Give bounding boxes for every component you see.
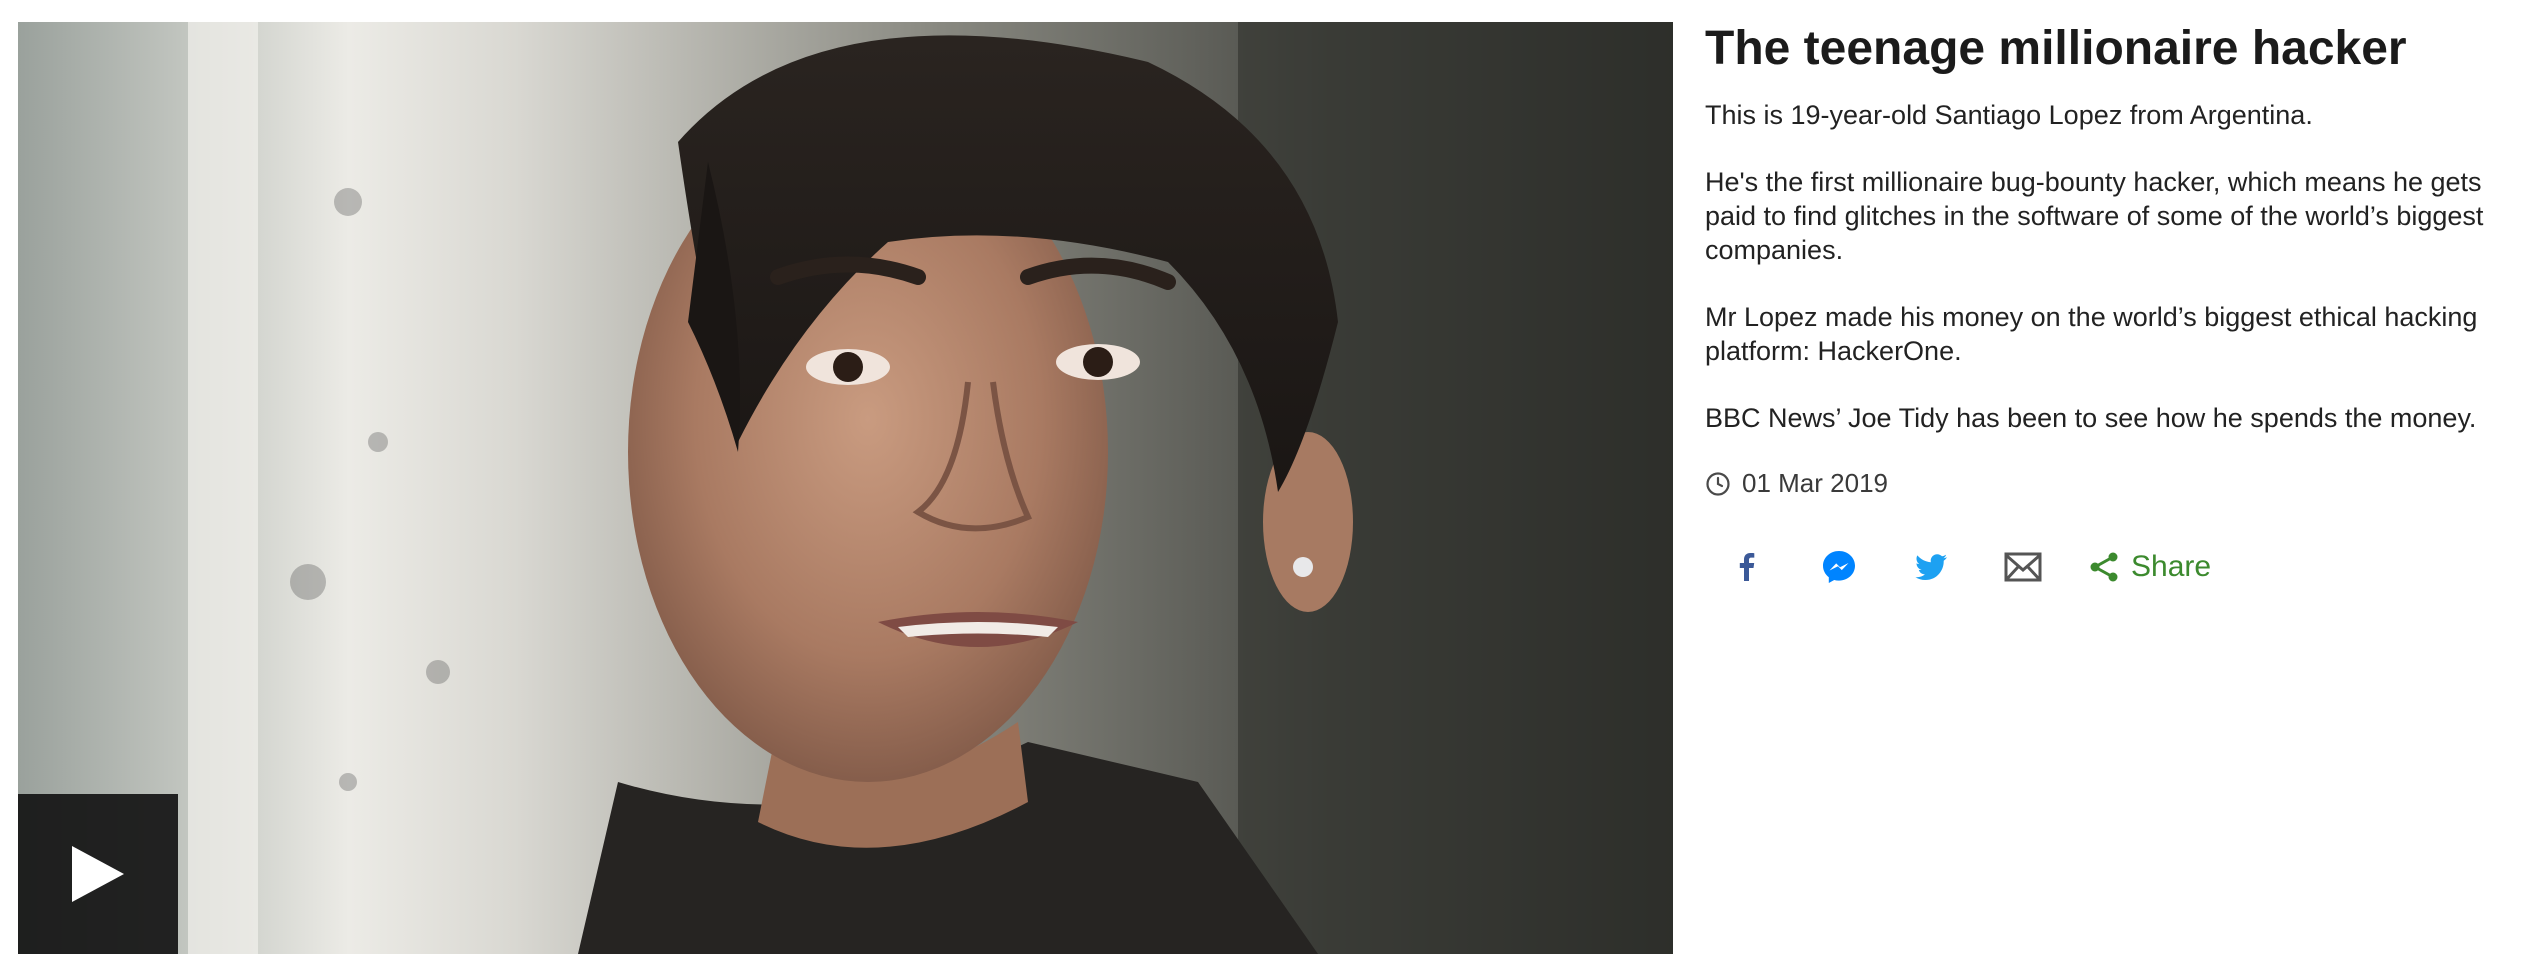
clock-icon	[1706, 471, 1730, 496]
play-button[interactable]	[18, 794, 178, 954]
summary-paragraph-1: This is 19-year-old Santiago Lopez from …	[1705, 100, 2313, 130]
publish-date: 01 Mar 2019	[1705, 468, 2535, 499]
twitter-share-button[interactable]	[1911, 547, 1951, 587]
story-summary: This is 19-year-old Santiago Lopez from …	[1705, 98, 2535, 435]
share-tools: Share	[1727, 547, 2535, 587]
twitter-icon	[1915, 554, 1947, 580]
story-title[interactable]: The teenage millionaire hacker	[1705, 18, 2535, 80]
facebook-icon	[1739, 553, 1755, 581]
video-player[interactable]	[18, 22, 1673, 954]
share-icon	[2090, 552, 2118, 582]
summary-paragraph-2: He's the first millionaire bug-bounty ha…	[1705, 167, 2484, 265]
email-icon	[2004, 552, 2042, 582]
facebook-share-button[interactable]	[1727, 547, 1767, 587]
messenger-share-button[interactable]	[1819, 547, 1859, 587]
share-button[interactable]: Share	[2087, 550, 2211, 584]
email-share-button[interactable]	[2003, 547, 2043, 587]
messenger-icon	[1823, 551, 1855, 583]
video-thumbnail	[18, 22, 1673, 954]
story-panel: The teenage millionaire hacker This is 1…	[1705, 18, 2535, 587]
summary-paragraph-3: Mr Lopez made his money on the world’s b…	[1705, 302, 2478, 366]
publish-date-text: 01 Mar 2019	[1742, 468, 1888, 498]
summary-paragraph-4: BBC News’ Joe Tidy has been to see how h…	[1705, 403, 2477, 433]
share-label: Share	[2131, 550, 2212, 583]
play-icon	[72, 846, 124, 902]
